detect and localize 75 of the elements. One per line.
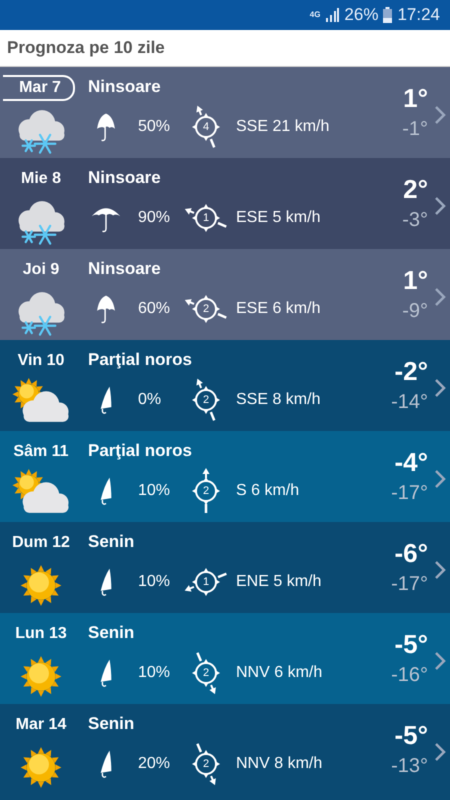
chevron-icon [434,742,446,762]
clock: 17:24 [397,5,440,25]
condition-label: Parţial noros [88,441,193,461]
precipitation: 90% [138,209,172,227]
wind-label: SSE 8 km/h [236,391,320,409]
wind-force: 2 [202,302,210,316]
day-label: Mie 8 [20,169,62,189]
condition-label: Ninsoare [88,259,162,279]
condition-label: Ninsoare [88,77,162,97]
condition-label: Parţial noros [88,350,193,370]
precipitation: 20% [138,755,172,773]
precipitation: 60% [138,300,172,318]
day-label: Lun 13 [14,624,68,644]
wind-label: NNV 6 km/h [236,664,322,682]
chevron-icon [434,196,446,216]
low-temperature: -13° [391,755,428,778]
wind-label: S 6 km/h [236,482,300,500]
day-label: Dum 12 [11,533,71,553]
precipitation: 10% [138,482,172,500]
wind-label: ESE 6 km/h [236,300,320,318]
condition-label: Senin [88,623,136,643]
day-label: Joi 9 [22,260,60,280]
high-temperature: 1° [403,265,428,296]
condition-label: Ninsoare [88,168,162,188]
wind-label: ENE 5 km/h [236,573,322,591]
low-temperature: -1° [402,118,428,141]
low-temperature: -14° [391,391,428,414]
wind-force: 1 [202,211,210,225]
chevron-icon [434,651,446,671]
day-label: Mar 14 [14,715,68,735]
forecast-row[interactable]: Sâm 11 Parţial noros 10% 2 S 6 km/h -4° -17° [0,431,450,522]
day-label: Sâm 11 [12,442,70,462]
high-temperature: -5° [394,629,428,660]
forecast-row[interactable]: Mie 8 Ninsoare 90% 1 ESE 5 km/h 2° -3° [0,158,450,249]
wind-label: ESE 5 km/h [236,209,320,227]
precipitation: 10% [138,664,172,682]
precipitation: 10% [138,573,172,591]
wind-force: 2 [202,393,210,407]
chevron-icon [434,378,446,398]
battery-percent: 26% [344,5,378,25]
condition-label: Senin [88,532,136,552]
low-temperature: -16° [391,664,428,687]
high-temperature: -2° [394,356,428,387]
low-temperature: -9° [402,300,428,323]
low-temperature: -17° [391,573,428,596]
chevron-icon [434,105,446,125]
forecast-row[interactable]: Lun 13 Senin 10% 2 NNV 6 km/h -5° -16° [0,613,450,704]
screen-title: Prognoza pe 10 zile [7,38,165,58]
precipitation: 50% [138,118,172,136]
day-label: Mar 7 [3,75,75,101]
wind-label: SSE 21 km/h [236,118,330,136]
chevron-icon [434,560,446,580]
network-type: 4G [310,11,320,19]
wind-force: 2 [202,757,210,771]
high-temperature: 1° [403,83,428,114]
wind-label: NNV 8 km/h [236,755,322,773]
battery-icon [383,7,392,23]
forecast-row[interactable]: Joi 9 Ninsoare 60% 2 ESE 6 km/h 1° -9° [0,249,450,340]
wind-force: 2 [202,484,210,498]
chevron-icon [434,469,446,489]
wind-force: 2 [202,666,210,680]
high-temperature: 2° [403,174,428,205]
chevron-icon [434,287,446,307]
low-temperature: -3° [402,209,428,232]
signal-icon [325,8,340,22]
day-label: Vin 10 [16,351,66,371]
condition-label: Senin [88,714,136,734]
high-temperature: -4° [394,447,428,478]
high-temperature: -6° [394,538,428,569]
wind-force: 1 [202,575,210,589]
forecast-row[interactable]: Mar 7 Ninsoare 50% 4 SSE 21 km/h 1° -1° [0,67,450,158]
wind-force: 4 [202,120,210,134]
precipitation: 0% [138,391,162,409]
low-temperature: -17° [391,482,428,505]
high-temperature: -5° [394,720,428,751]
